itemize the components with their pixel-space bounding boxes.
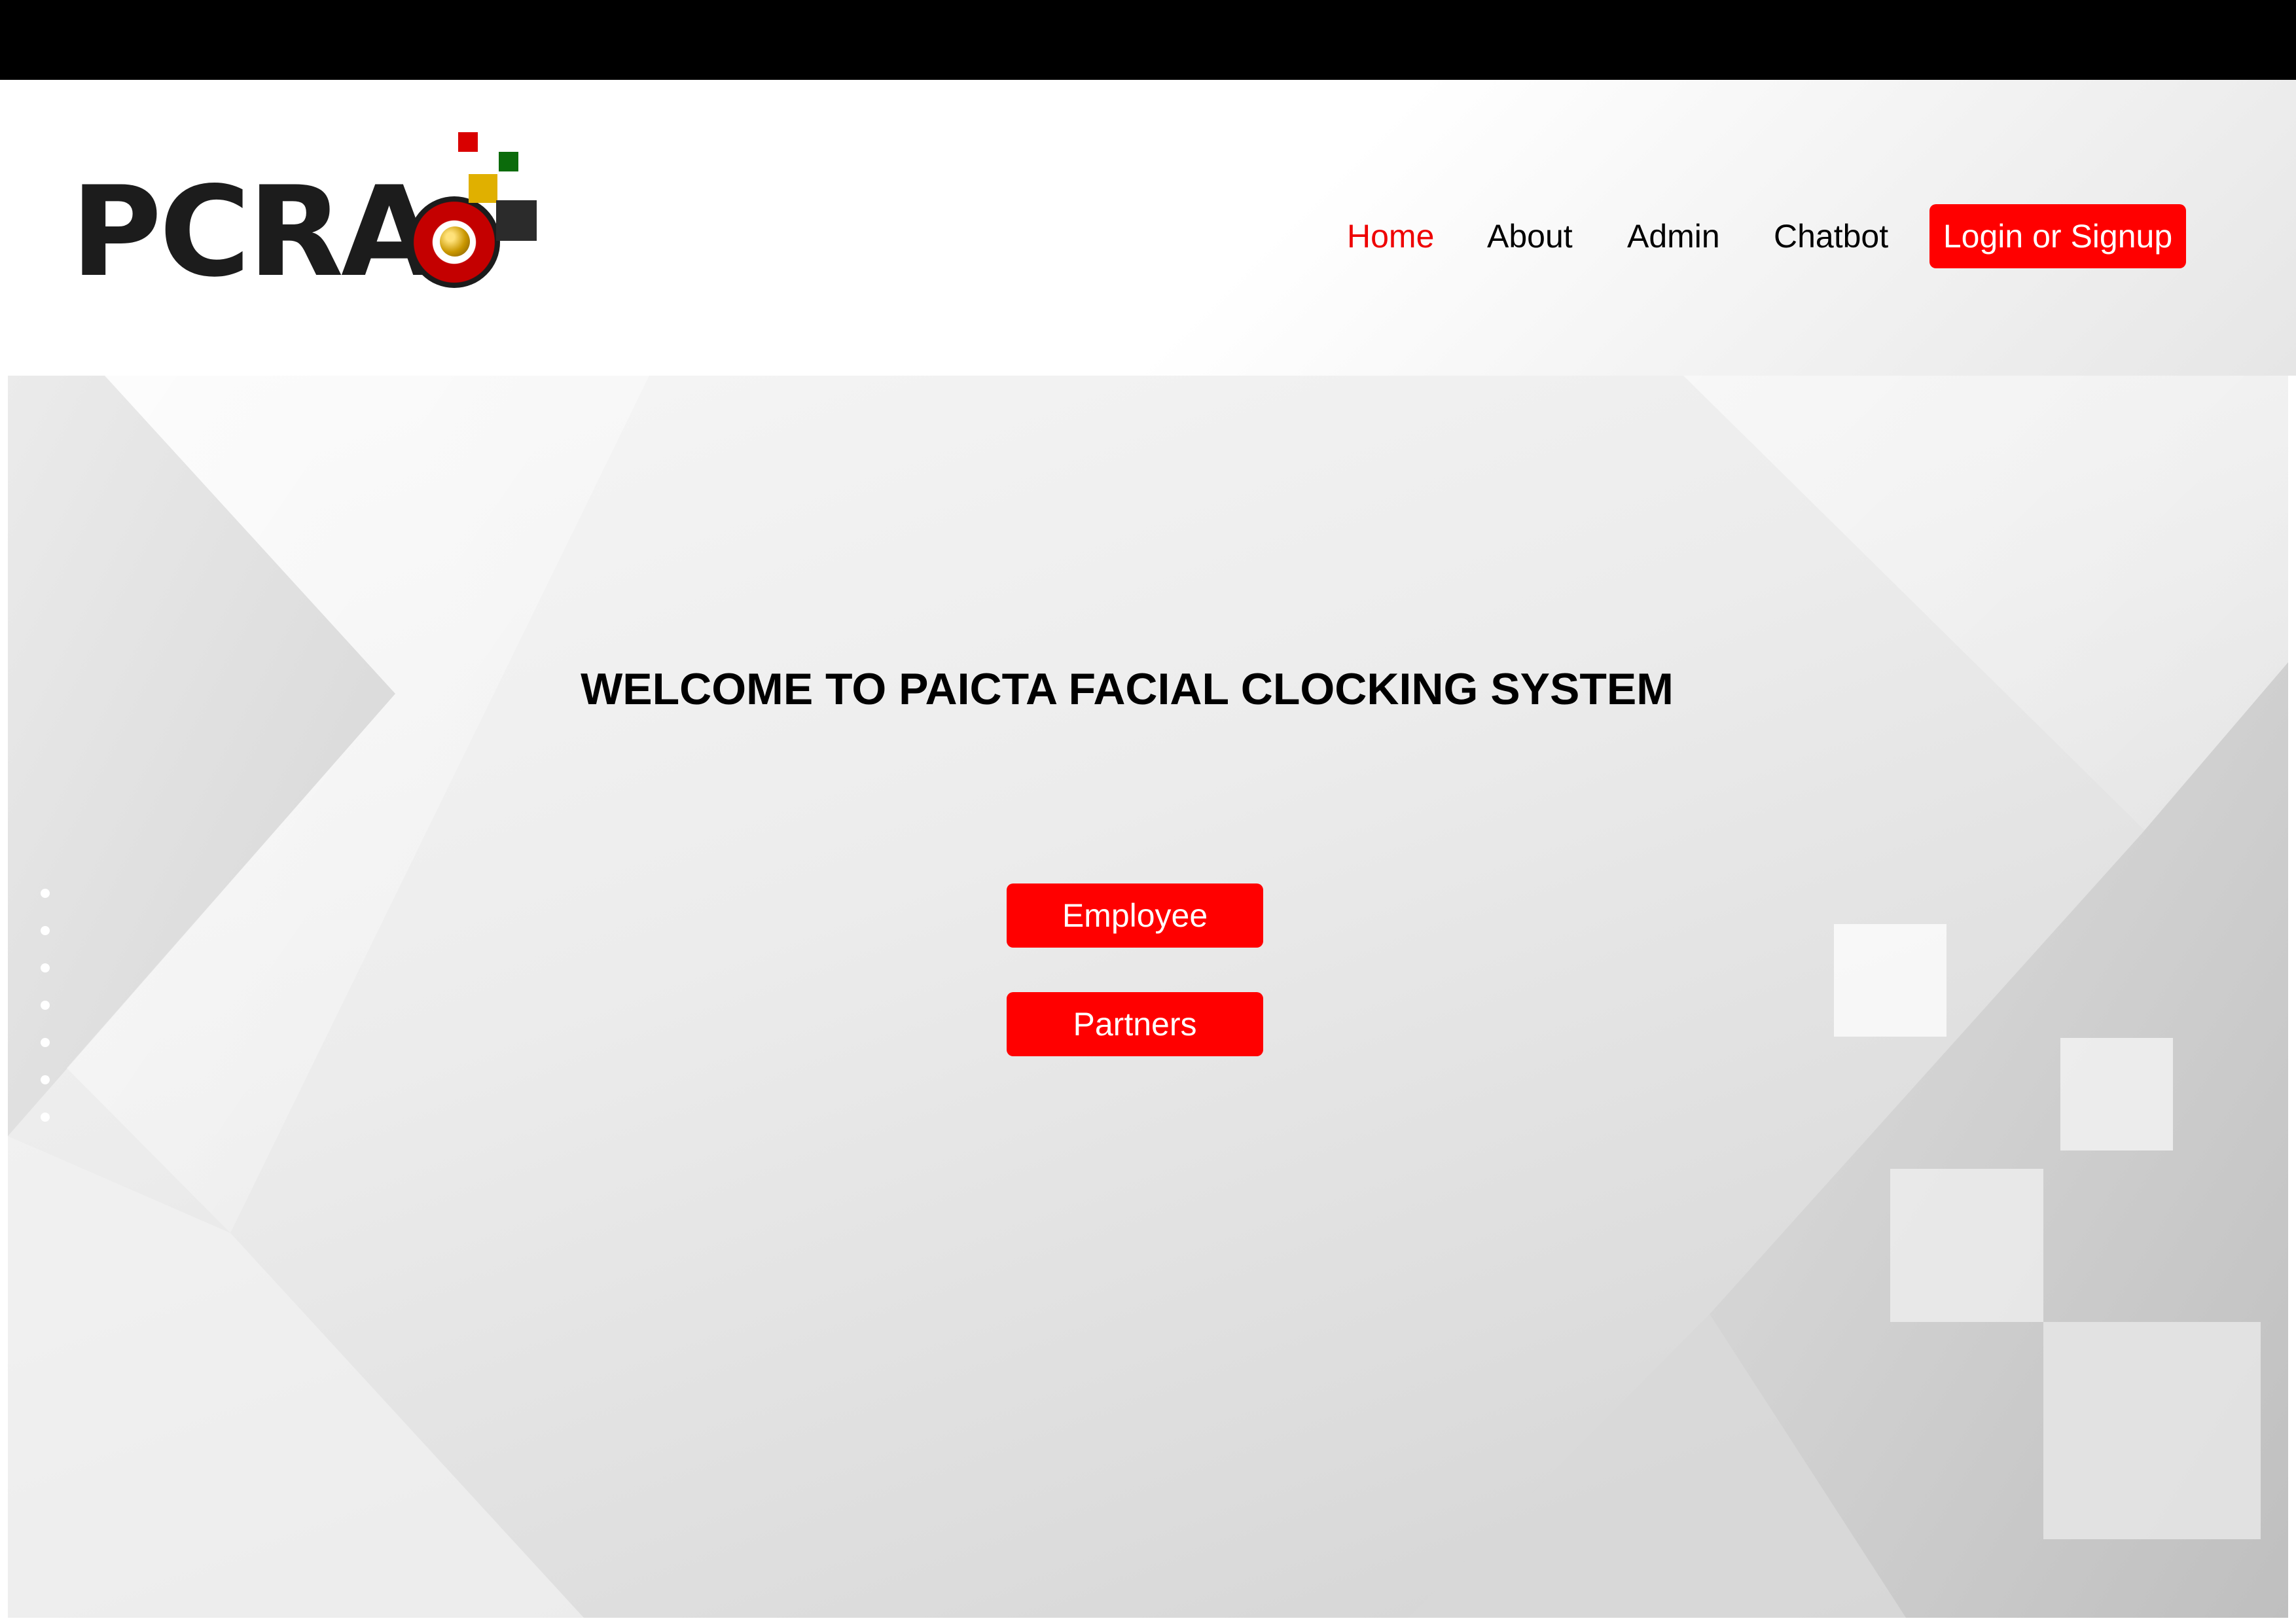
nav-chatbot-link[interactable]: Chatbot bbox=[1774, 204, 1888, 268]
nav-home-link[interactable]: Home bbox=[1347, 204, 1434, 268]
logo-letter-r: R bbox=[247, 160, 344, 304]
slide-dot[interactable] bbox=[41, 1038, 50, 1047]
top-bar bbox=[0, 0, 2296, 80]
slide-dot[interactable] bbox=[41, 1113, 50, 1122]
partners-button[interactable]: Partners bbox=[1007, 992, 1263, 1056]
nav-admin-link[interactable]: Admin bbox=[1627, 204, 1720, 268]
page-title: WELCOME TO PAICTA FACIAL CLOCKING SYSTEM bbox=[581, 664, 1674, 714]
slide-dot[interactable] bbox=[41, 1001, 50, 1010]
login-signup-button[interactable]: Login or Signup bbox=[1929, 204, 2186, 268]
logo-wordmark: PCRA bbox=[71, 160, 437, 304]
logo-pixel-green bbox=[499, 152, 518, 171]
hero-section: WELCOME TO PAICTA FACIAL CLOCKING SYSTEM… bbox=[8, 376, 2288, 1618]
slide-indicator bbox=[41, 889, 60, 1150]
employee-button[interactable]: Employee bbox=[1007, 883, 1263, 948]
bg-square-1 bbox=[1834, 924, 1946, 1037]
logo[interactable]: PCRA bbox=[71, 124, 542, 314]
bg-square-2 bbox=[2060, 1038, 2173, 1150]
logo-letter-c: C bbox=[159, 160, 250, 304]
logo-pixel-yellow bbox=[469, 174, 497, 203]
logo-letter-p: P bbox=[71, 160, 162, 304]
bg-square-3 bbox=[1890, 1169, 2043, 1322]
slide-dot[interactable] bbox=[41, 926, 50, 935]
logo-pixel-red bbox=[458, 132, 478, 152]
slide-dot[interactable] bbox=[41, 1075, 50, 1084]
slide-dot[interactable] bbox=[41, 963, 50, 972]
logo-pixel-dark bbox=[496, 200, 537, 241]
nav-about-link[interactable]: About bbox=[1487, 204, 1573, 268]
camera-lens-icon bbox=[408, 196, 500, 288]
bg-shape-bottom-left bbox=[8, 1136, 584, 1618]
bg-square-4 bbox=[2043, 1322, 2261, 1539]
slide-dot[interactable] bbox=[41, 889, 50, 898]
